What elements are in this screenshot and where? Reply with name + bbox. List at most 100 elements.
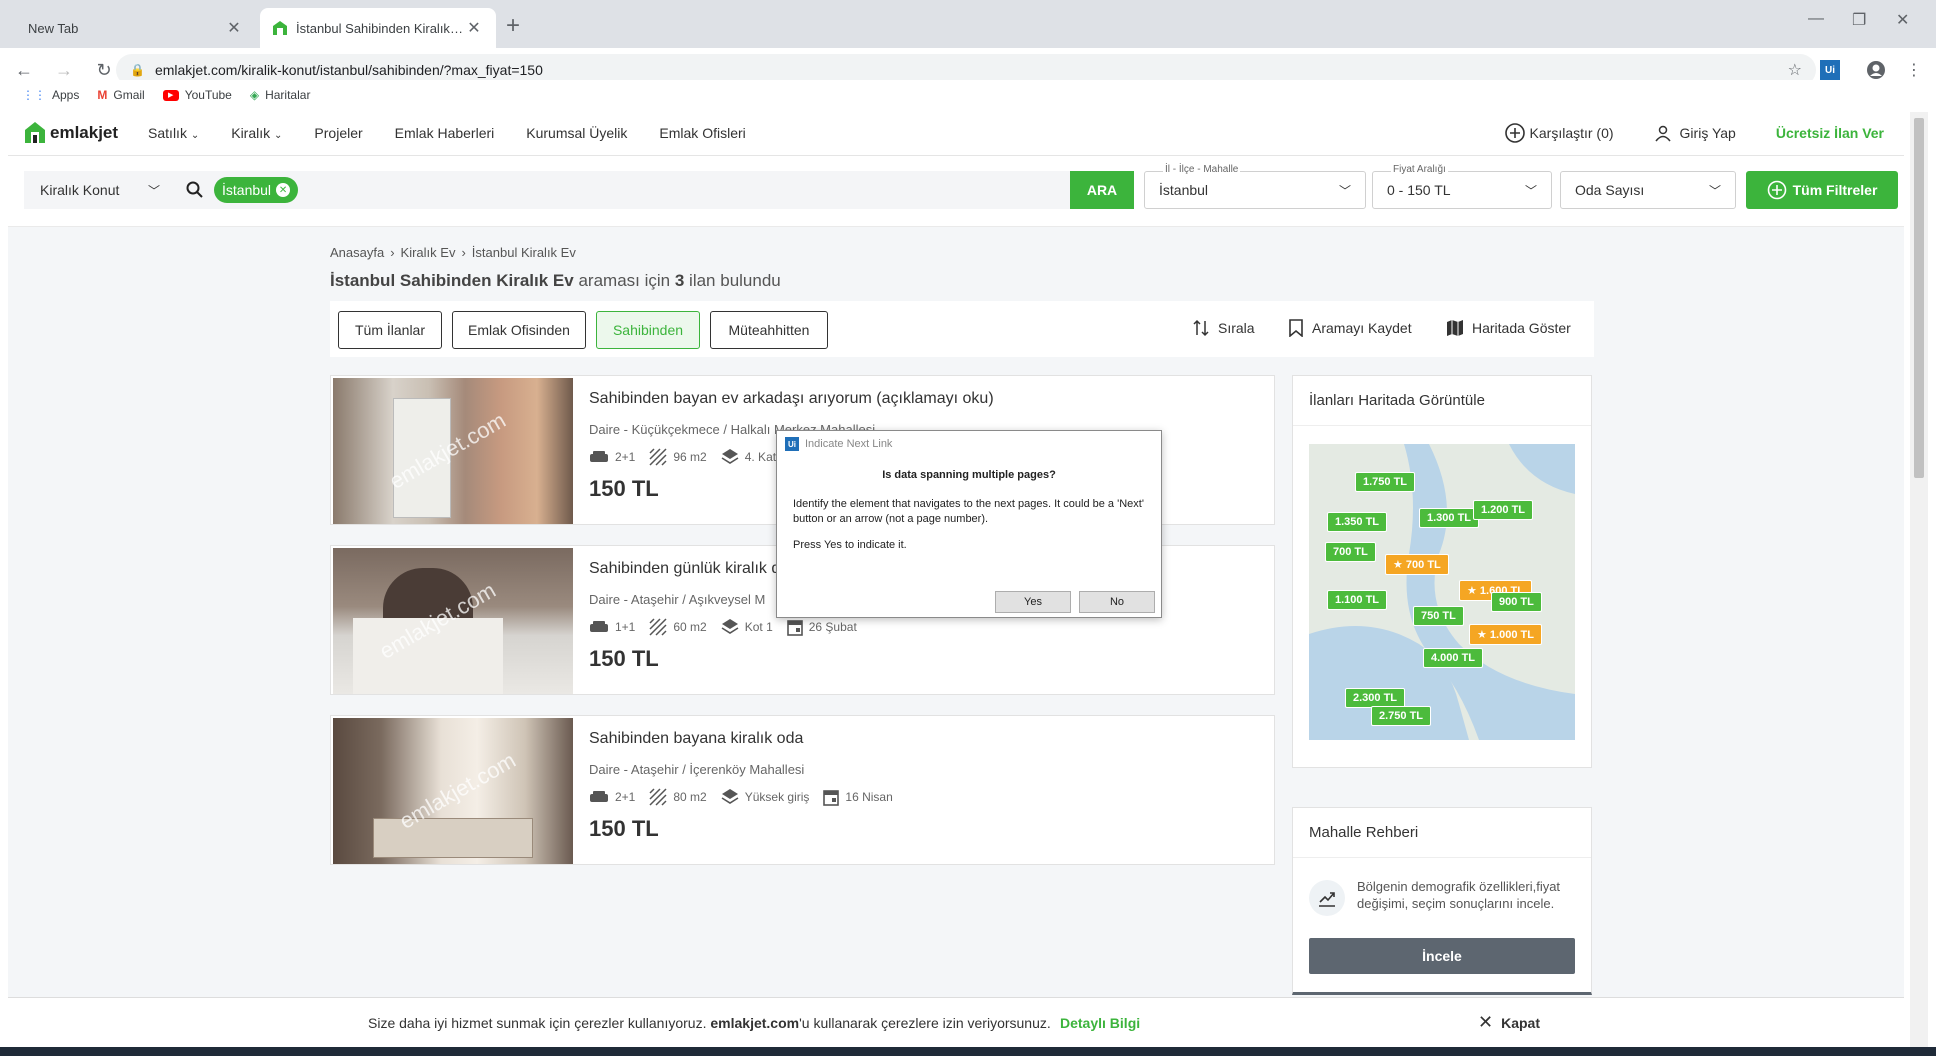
minimize-icon[interactable]: —	[1808, 10, 1824, 28]
bookmark-maps[interactable]: ◈ Haritalar	[250, 88, 311, 102]
breadcrumb-kiralik-ev[interactable]: Kiralık Ev	[401, 245, 456, 260]
bookmark-gmail[interactable]: M Gmail	[97, 88, 144, 102]
close-icon[interactable]: ✕	[464, 18, 484, 38]
bookmark-apps[interactable]: ⋮⋮ Apps	[22, 88, 79, 102]
site-logo[interactable]: emlakjet	[24, 121, 118, 145]
chevron-down-icon: ﹀	[1524, 183, 1537, 198]
browser-menu-icon[interactable]: ⋮	[1904, 60, 1924, 80]
bookmark-youtube[interactable]: ▶ YouTube	[162, 88, 232, 102]
map-price-pin[interactable]: 1.350 TL	[1327, 512, 1388, 532]
listing-title[interactable]: Sahibinden bayan ev arkadaşı arıyorum (a…	[589, 390, 994, 408]
map-box-title: İlanları Haritada Görüntüle	[1293, 376, 1591, 426]
layers-icon	[721, 449, 739, 464]
emlakjet-favicon-icon	[273, 21, 287, 35]
chevron-down-icon: ﹀	[1338, 183, 1351, 198]
nav-projeler[interactable]: Projeler	[314, 125, 362, 141]
close-icon[interactable]: ✕	[224, 18, 244, 38]
all-filters-button[interactable]: Tüm Filtreler	[1746, 171, 1898, 209]
url-text: emlakjet.com/kiralik-konut/istanbul/sahi…	[154, 62, 543, 78]
search-icon	[186, 181, 203, 198]
sofa-icon	[590, 451, 608, 462]
layers-icon	[721, 619, 739, 634]
calendar-icon	[786, 620, 803, 636]
map-price-pin[interactable]: 2.750 TL	[1371, 706, 1432, 726]
dialog-yes-button[interactable]: Yes	[995, 591, 1071, 613]
listing-area: 80 m2	[673, 790, 707, 804]
listing-location: Daire - Ataşehir / Aşıkveysel M	[589, 592, 766, 607]
dialog-question: Is data spanning multiple pages?	[882, 469, 1056, 481]
map-preview[interactable]: 1.750 TL 1.350 TL 1.300 TL 1.200 TL 700 …	[1309, 444, 1575, 740]
filter-owner[interactable]: Sahibinden	[596, 311, 700, 349]
sofa-icon	[590, 621, 608, 632]
map-price-pin[interactable]: 750 TL	[1413, 606, 1464, 626]
filter-all-listings[interactable]: Tüm İlanlar	[338, 311, 442, 349]
guide-inspect-button[interactable]: İncele	[1309, 938, 1575, 974]
page-scrollbar[interactable]	[1910, 112, 1928, 1052]
search-button[interactable]: ARA	[1070, 171, 1134, 209]
sort-button[interactable]: Sırala	[1192, 319, 1255, 337]
user-icon	[1654, 125, 1671, 142]
listing-photo[interactable]: emlakjet.com	[333, 718, 573, 864]
listing-title[interactable]: Sahibinden bayana kiralık oda	[589, 730, 803, 748]
location-filter[interactable]: İl - İlçe - Mahalle İstanbul ﹀	[1144, 164, 1366, 209]
nav-kiralik[interactable]: Kiralık ⌄	[231, 125, 282, 141]
cookie-details-link[interactable]: Detaylı Bilgi	[1060, 1015, 1140, 1031]
show-map-label: Haritada Göster	[1472, 320, 1571, 336]
map-icon	[1447, 320, 1463, 336]
cookie-text: Size daha iyi hizmet sunmak için çerezle…	[368, 1015, 1051, 1031]
free-listing-link[interactable]: Ücretsiz İlan Ver	[1776, 125, 1884, 141]
chip-remove-icon[interactable]: ✕	[276, 183, 291, 197]
scrollbar-thumb[interactable]	[1914, 118, 1924, 478]
nav-satilik[interactable]: Satılık ⌄	[148, 125, 199, 141]
tab-title: İstanbul Sahibinden Kiralık Ev - E	[296, 20, 464, 36]
tab-new-tab[interactable]: New Tab ✕	[8, 8, 256, 48]
login-button[interactable]: Giriş Yap	[1654, 124, 1736, 142]
bookmark-label: Haritalar	[265, 88, 311, 102]
nav-label: Satılık	[148, 124, 187, 141]
compare-button[interactable]: Karşılaştır (0)	[1504, 122, 1614, 144]
profile-avatar-icon[interactable]	[1866, 60, 1886, 80]
listing-card[interactable]: emlakjet.com Sahibinden bayana kiralık o…	[330, 715, 1275, 865]
map-price-pin[interactable]: 1.100 TL	[1327, 590, 1388, 610]
window-close-icon[interactable]: ✕	[1896, 10, 1909, 30]
map-price-pin[interactable]: 2.300 TL	[1345, 688, 1406, 708]
nav-emlak-ofisleri[interactable]: Emlak Ofisleri	[659, 125, 745, 141]
restore-icon[interactable]: ❐	[1852, 10, 1866, 30]
map-price-pin[interactable]: 4.000 TL	[1423, 648, 1484, 668]
search-bar: Kiralık Konut ﹀ İstanbul ✕ ARA İl - İlçe…	[8, 157, 1904, 227]
breadcrumb-istanbul[interactable]: İstanbul Kiralık Ev	[472, 245, 576, 260]
bookmarks-bar: ⋮⋮ Apps M Gmail ▶ YouTube ◈ Haritalar	[0, 80, 1936, 110]
cookie-close-button[interactable]: ✕ Kapat	[1478, 1012, 1540, 1033]
filter-realtor[interactable]: Emlak Ofisinden	[452, 311, 586, 349]
listing-title[interactable]: Sahibinden günlük kiralık d	[589, 560, 780, 578]
new-tab-plus-icon[interactable]: +	[506, 14, 520, 38]
category-select[interactable]: Kiralık Konut ﹀	[24, 171, 174, 209]
search-input[interactable]: İstanbul ✕	[174, 171, 1074, 209]
map-price-pin-featured[interactable]: ★ 700 TL	[1385, 554, 1449, 575]
save-search-button[interactable]: Aramayı Kaydet	[1288, 319, 1412, 337]
cookie-brand: emlakjet.com	[710, 1014, 800, 1031]
tab-emlakjet[interactable]: İstanbul Sahibinden Kiralık Ev - E ✕	[260, 8, 496, 48]
map-price-pin[interactable]: 1.300 TL	[1419, 508, 1480, 528]
calendar-icon	[823, 790, 840, 806]
rooms-filter[interactable]: Oda Sayısı ﹀	[1560, 171, 1736, 209]
map-price-pin[interactable]: 1.200 TL	[1473, 500, 1534, 520]
location-chip[interactable]: İstanbul ✕	[214, 177, 299, 203]
breadcrumb-home[interactable]: Anasayfa	[330, 245, 384, 260]
price-filter[interactable]: Fiyat Aralığı 0 - 150 TL ﹀	[1372, 164, 1552, 209]
listing-photo[interactable]: emlakjet.com	[333, 378, 573, 524]
sofa-icon	[590, 791, 608, 802]
nav-emlak-haberleri[interactable]: Emlak Haberleri	[395, 125, 495, 141]
uipath-extension-icon[interactable]: Ui	[1820, 60, 1840, 80]
dialog-no-button[interactable]: No	[1079, 591, 1155, 613]
bookmark-star-icon[interactable]: ☆	[1788, 60, 1802, 80]
map-price-pin[interactable]: 900 TL	[1491, 592, 1542, 612]
show-map-button[interactable]: Haritada Göster	[1446, 319, 1571, 337]
map-price-pin[interactable]: 1.750 TL	[1355, 472, 1416, 492]
map-price-pin[interactable]: 700 TL	[1325, 542, 1376, 562]
map-price-pin-featured[interactable]: ★ 1.000 TL	[1469, 624, 1542, 645]
listing-location: Daire - Ataşehir / İçerenköy Mahallesi	[589, 762, 805, 777]
nav-kurumsal-uyelik[interactable]: Kurumsal Üyelik	[526, 125, 627, 141]
listing-photo[interactable]: emlakjet.com	[333, 548, 573, 694]
filter-contractor[interactable]: Müteahhitten	[710, 311, 828, 349]
